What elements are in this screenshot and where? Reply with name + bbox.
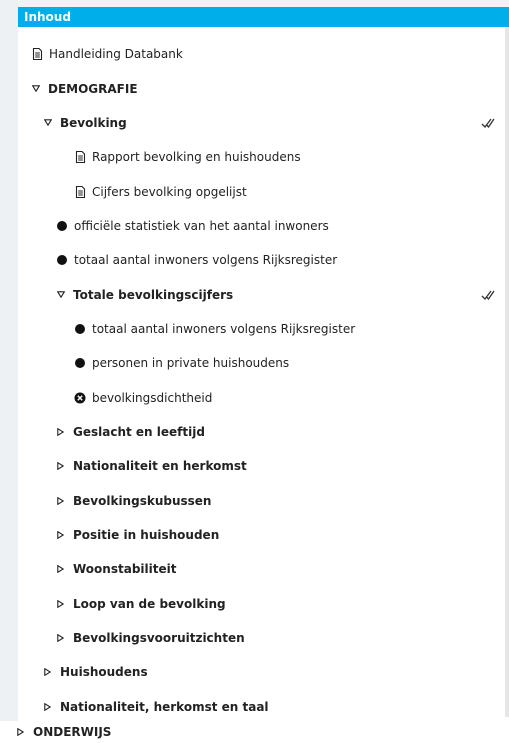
tree-item-cijfers[interactable]: Cijfers bevolking opgelijst bbox=[18, 174, 509, 208]
triangle-right-icon bbox=[43, 701, 52, 713]
tree-node-onderwijs[interactable]: ONDERWIJS bbox=[0, 721, 509, 743]
tree-item-label: totaal aantal inwoners volgens Rijksregi… bbox=[74, 253, 338, 268]
document-icon bbox=[74, 151, 86, 164]
scrollbar[interactable] bbox=[505, 27, 509, 717]
filled-circle-icon bbox=[56, 254, 68, 266]
tree-node-woonstabiliteit[interactable]: Woonstabiliteit bbox=[18, 552, 509, 586]
triangle-right-icon bbox=[56, 529, 65, 541]
tree-item-label: Nationaliteit en herkomst bbox=[73, 459, 247, 474]
tree-item-label: Woonstabiliteit bbox=[73, 562, 177, 577]
triangle-down-icon bbox=[56, 289, 65, 301]
document-icon bbox=[74, 185, 86, 198]
tree-node-huishoudens[interactable]: Huishoudens bbox=[18, 655, 509, 689]
tree-item-label: Positie in huishouden bbox=[73, 527, 220, 542]
filled-circle-icon bbox=[56, 220, 68, 232]
triangle-down-icon bbox=[43, 117, 52, 129]
tree-item-label: DEMOGRAFIE bbox=[48, 81, 138, 96]
tree-item-totaal-rr-sub[interactable]: totaal aantal inwoners volgens Rijksregi… bbox=[18, 312, 509, 346]
tree-item-dichtheid[interactable]: bevolkingsdichtheid bbox=[18, 380, 509, 414]
triangle-right-icon bbox=[56, 598, 65, 610]
filled-circle-icon bbox=[74, 323, 86, 335]
top-margin bbox=[18, 0, 509, 7]
tree-item-totaal-rr[interactable]: totaal aantal inwoners volgens Rijksregi… bbox=[18, 243, 509, 277]
panel-header: Inhoud bbox=[18, 7, 509, 27]
tree-item-label: personen in private huishoudens bbox=[92, 356, 290, 371]
tree-item-handleiding[interactable]: Handleiding Databank bbox=[18, 37, 509, 71]
tree-item-label: bevolkingsdichtheid bbox=[92, 390, 213, 405]
tree-item-label: Rapport bevolking en huishoudens bbox=[92, 150, 301, 165]
tree-item-label: totaal aantal inwoners volgens Rijksregi… bbox=[92, 321, 356, 336]
tree-item-label: Bevolkingskubussen bbox=[73, 493, 212, 508]
tree-item-label: Bevolkingsvooruitzichten bbox=[73, 631, 245, 646]
triangle-right-icon bbox=[56, 563, 65, 575]
tree-node-loop[interactable]: Loop van de bevolking bbox=[18, 587, 509, 621]
double-check-icon[interactable] bbox=[481, 117, 495, 129]
tree-node-nationaliteit[interactable]: Nationaliteit en herkomst bbox=[18, 449, 509, 483]
tree-item-label: Handleiding Databank bbox=[49, 47, 183, 62]
triangle-down-icon bbox=[31, 83, 40, 95]
tree-item-label: Cijfers bevolking opgelijst bbox=[92, 184, 247, 199]
tree-item-private[interactable]: personen in private huishoudens bbox=[18, 346, 509, 380]
double-check-icon[interactable] bbox=[481, 289, 495, 301]
tree-item-label: Nationaliteit, herkomst en taal bbox=[60, 699, 269, 714]
tree-node-vooruitzichten[interactable]: Bevolkingsvooruitzichten bbox=[18, 621, 509, 655]
document-icon bbox=[31, 48, 43, 61]
tree-item-label: Loop van de bevolking bbox=[73, 596, 226, 611]
content-tree: Handleiding Databank DEMOGRAFIE Bevolkin… bbox=[18, 37, 509, 724]
x-circle-icon bbox=[74, 392, 86, 404]
tree-node-nat-taal[interactable]: Nationaliteit, herkomst en taal bbox=[18, 690, 509, 724]
triangle-right-icon bbox=[56, 632, 65, 644]
triangle-right-icon bbox=[56, 460, 65, 472]
tree-node-totale-cijfers[interactable]: Totale bevolkingscijfers bbox=[18, 277, 509, 311]
triangle-right-icon bbox=[56, 495, 65, 507]
triangle-right-icon bbox=[43, 666, 52, 678]
triangle-right-icon bbox=[56, 426, 65, 438]
tree-item-label: Totale bevolkingscijfers bbox=[73, 287, 234, 302]
tree-item-label: Bevolking bbox=[60, 115, 127, 130]
filled-circle-icon bbox=[74, 357, 86, 369]
left-margin bbox=[0, 0, 18, 743]
tree-item-label: ONDERWIJS bbox=[33, 725, 112, 739]
tree-item-officiele[interactable]: officiële statistiek van het aantal inwo… bbox=[18, 209, 509, 243]
tree-item-label: officiële statistiek van het aantal inwo… bbox=[74, 218, 329, 233]
tree-node-positie[interactable]: Positie in huishouden bbox=[18, 518, 509, 552]
triangle-right-icon bbox=[16, 726, 25, 738]
tree-node-geslacht[interactable]: Geslacht en leeftijd bbox=[18, 415, 509, 449]
tree-node-bevolking[interactable]: Bevolking bbox=[18, 106, 509, 140]
tree-item-label: Geslacht en leeftijd bbox=[73, 424, 205, 439]
tree-item-rapport[interactable]: Rapport bevolking en huishoudens bbox=[18, 140, 509, 174]
tree-node-demografie[interactable]: DEMOGRAFIE bbox=[18, 71, 509, 105]
tree-item-label: Huishoudens bbox=[60, 665, 148, 680]
tree-node-kubussen[interactable]: Bevolkingskubussen bbox=[18, 483, 509, 517]
